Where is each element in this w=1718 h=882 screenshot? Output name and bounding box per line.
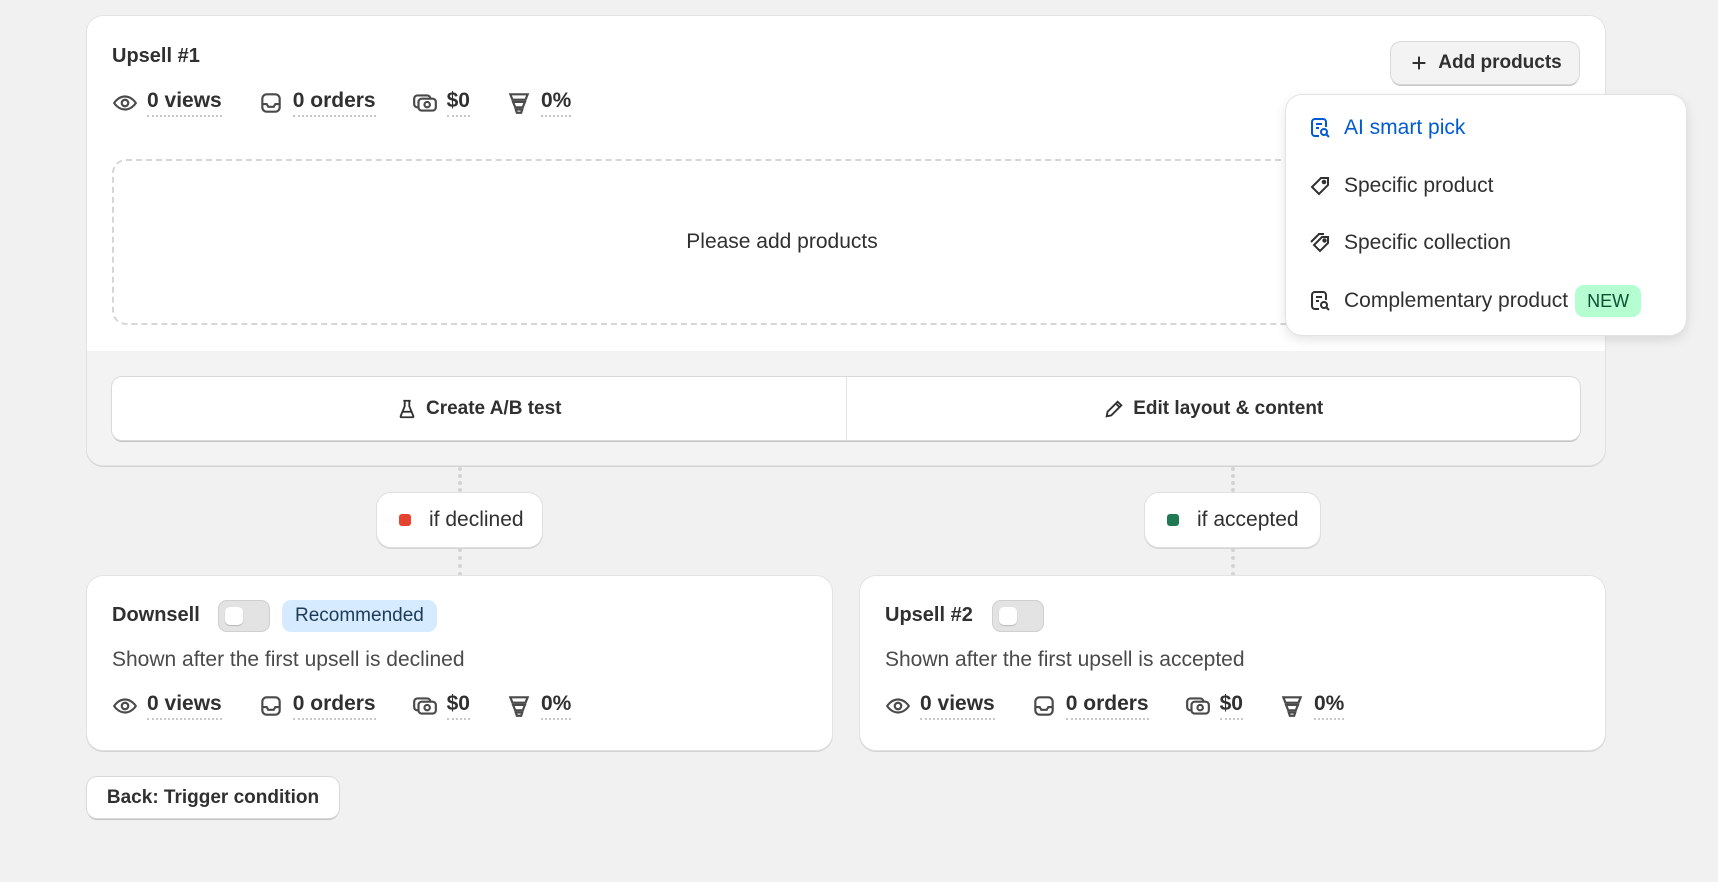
add-products-label: Add products	[1438, 52, 1562, 73]
downsell-description: Shown after the first upsell is declined	[112, 648, 465, 671]
eye-icon	[112, 698, 138, 714]
if-declined-text: if declined	[429, 508, 524, 531]
inbox-icon	[260, 696, 281, 716]
toggle-knob	[225, 607, 243, 625]
upsell-1-stats: 0 views 0 orders $0 0%	[112, 88, 607, 118]
menu-item-label: Specific product	[1344, 174, 1494, 197]
conversion-value[interactable]: 0%	[540, 89, 572, 117]
orders-value[interactable]: 0 orders	[292, 89, 376, 117]
upsell-2-title: Upsell #2	[885, 604, 973, 626]
if-declined-label: if declined	[377, 493, 542, 547]
conversion-value[interactable]: 0%	[1313, 692, 1345, 720]
views-value[interactable]: 0 views	[147, 692, 222, 720]
if-accepted-text: if accepted	[1197, 508, 1299, 531]
pencil-icon	[1105, 399, 1123, 418]
upsell-2-stats: 0 views 0 orders $0 0%	[885, 691, 1380, 721]
funnel-icon	[508, 93, 530, 114]
tags-icon	[1310, 233, 1329, 253]
views-stat: 0 views	[112, 692, 222, 720]
new-badge: NEW	[1575, 285, 1642, 317]
upsell-2-card: Upsell #2 Shown after the first upsell i…	[860, 576, 1605, 750]
views-value[interactable]: 0 views	[147, 89, 222, 117]
upsell-1-title: Upsell #1	[112, 45, 200, 67]
connector-line	[458, 467, 462, 492]
edit-layout-label: Edit layout & content	[1133, 397, 1324, 419]
funnel-icon	[508, 696, 530, 717]
conversion-stat: 0%	[506, 692, 572, 720]
conversion-stat: 0%	[1279, 692, 1345, 720]
ai-search-icon	[1311, 118, 1330, 138]
orders-value[interactable]: 0 orders	[1065, 692, 1149, 720]
add-products-menu: AI smart pick Specific product Specific …	[1286, 95, 1686, 335]
plus-icon	[1412, 56, 1426, 70]
toggle-knob	[999, 607, 1017, 625]
downsell-title: Downsell	[112, 604, 200, 626]
back-trigger-condition-button[interactable]: Back: Trigger condition	[87, 777, 339, 818]
orders-stat: 0 orders	[1031, 692, 1149, 720]
accepted-status-dot	[1167, 514, 1179, 526]
connector-line	[1231, 467, 1235, 492]
connector-line	[1231, 548, 1235, 576]
views-stat: 0 views	[112, 89, 222, 117]
revenue-stat: $0	[412, 692, 470, 720]
orders-stat: 0 orders	[258, 89, 376, 117]
cash-icon	[412, 697, 437, 715]
eye-icon	[112, 95, 138, 111]
back-button-label: Back: Trigger condition	[106, 786, 320, 808]
revenue-value[interactable]: $0	[446, 692, 470, 720]
connector-line	[458, 548, 462, 576]
inbox-icon	[1033, 696, 1054, 716]
upsell-2-description: Shown after the first upsell is accepted	[885, 648, 1245, 671]
orders-stat: 0 orders	[258, 692, 376, 720]
menu-item-label: Specific collection	[1344, 231, 1511, 254]
tag-icon	[1310, 177, 1329, 196]
menu-item-specific-product[interactable]: Specific product	[1308, 166, 1493, 206]
inbox-icon	[260, 93, 281, 113]
cash-icon	[412, 94, 437, 112]
conversion-value[interactable]: 0%	[540, 692, 572, 720]
orders-value[interactable]: 0 orders	[292, 692, 376, 720]
revenue-stat: $0	[412, 89, 470, 117]
downsell-card: Downsell Recommended Shown after the fir…	[87, 576, 832, 750]
declined-status-dot	[399, 514, 411, 526]
menu-item-complementary-product[interactable]: Complementary product NEW	[1308, 281, 1642, 321]
downsell-stats: 0 views 0 orders $0 0%	[112, 691, 607, 721]
upsell-actions: Create A/B test Edit layout & content	[112, 377, 1580, 440]
menu-item-ai-smart-pick[interactable]: AI smart pick	[1308, 108, 1465, 148]
menu-item-label: AI smart pick	[1344, 116, 1466, 139]
add-products-button[interactable]: Add products	[1391, 42, 1579, 84]
menu-item-specific-collection[interactable]: Specific collection	[1308, 223, 1511, 263]
menu-item-label: Complementary product	[1344, 289, 1569, 312]
downsell-toggle[interactable]	[218, 600, 270, 632]
product-search-icon	[1311, 291, 1330, 311]
upsell-2-toggle[interactable]	[992, 600, 1044, 632]
if-accepted-label: if accepted	[1145, 493, 1320, 547]
eye-icon	[885, 698, 911, 714]
cash-icon	[1185, 697, 1210, 715]
conversion-stat: 0%	[506, 89, 572, 117]
views-stat: 0 views	[885, 692, 995, 720]
create-ab-test-button[interactable]: Create A/B test	[112, 377, 847, 440]
revenue-value[interactable]: $0	[1219, 692, 1243, 720]
revenue-stat: $0	[1185, 692, 1243, 720]
recommended-badge: Recommended	[282, 600, 437, 632]
create-ab-test-label: Create A/B test	[425, 397, 562, 419]
empty-products-text: Please add products	[686, 230, 878, 253]
funnel-icon	[1281, 696, 1303, 717]
revenue-value[interactable]: $0	[446, 89, 470, 117]
flask-icon	[399, 399, 415, 418]
edit-layout-button[interactable]: Edit layout & content	[847, 377, 1581, 440]
views-value[interactable]: 0 views	[920, 692, 995, 720]
